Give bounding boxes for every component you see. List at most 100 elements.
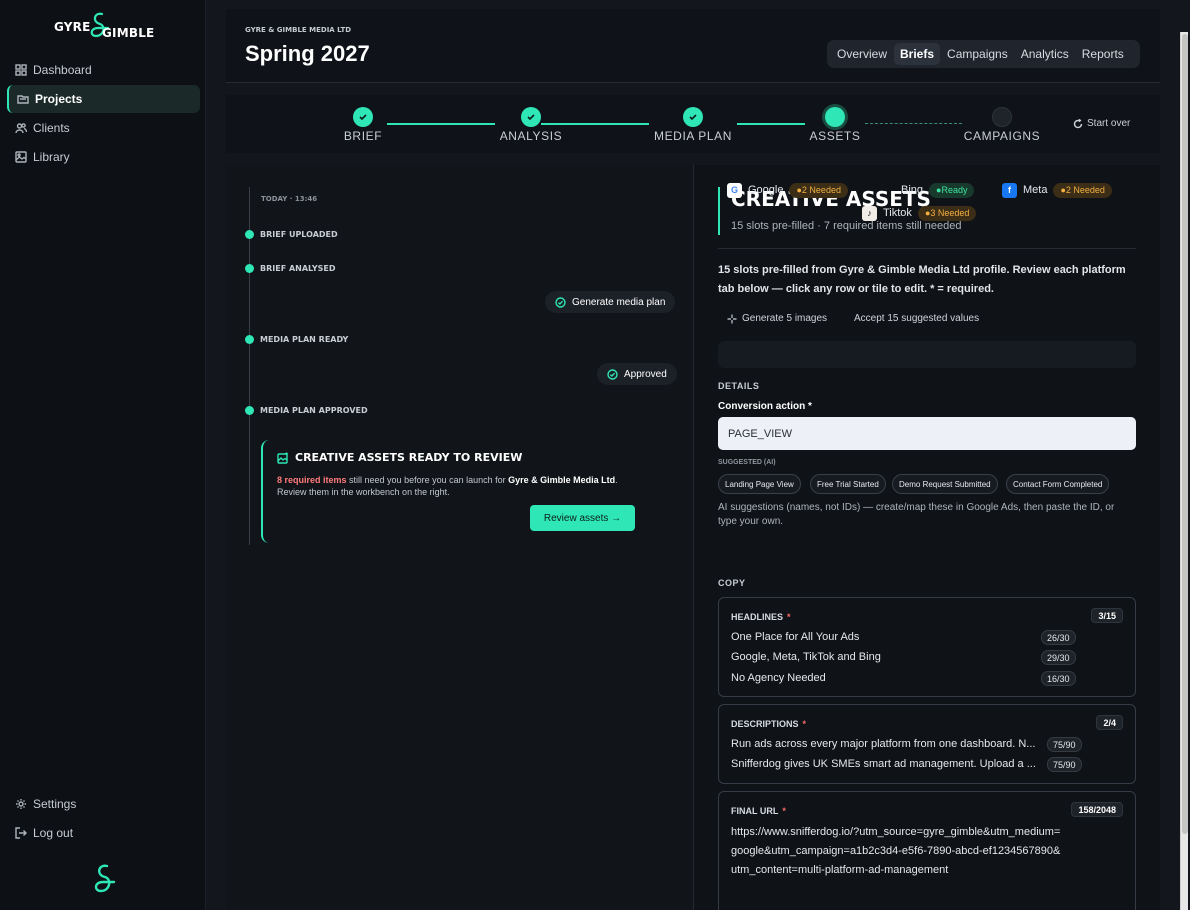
headline-row[interactable]: No Agency Needed xyxy=(731,672,826,684)
assets-workbench: CREATIVE ASSETS 15 slots pre-filled · 7 … xyxy=(693,165,1160,910)
meta-icon: f xyxy=(1002,182,1017,198)
brand-mark-icon xyxy=(94,864,116,893)
ai-suggestion-note: AI suggestions (names, not IDs) — create… xyxy=(718,502,1115,527)
current-step-dot xyxy=(825,107,845,127)
tab-briefs[interactable]: Briefs xyxy=(894,43,941,65)
step-label: MEDIA PLAN xyxy=(653,129,733,143)
logo-text-right: GIMBLE xyxy=(102,26,155,40)
char-count: 75/90 xyxy=(1047,737,1082,752)
platform-tab-bing[interactable]: Bing ● Ready xyxy=(901,179,975,201)
assets-ready-text: 8 required items still need you before y… xyxy=(277,475,618,497)
check-icon xyxy=(521,107,541,127)
assets-ready-title: CREATIVE ASSETS READY TO REVIEW xyxy=(277,451,522,464)
tab-overview[interactable]: Overview xyxy=(831,43,893,65)
sidebar-item-label: Log out xyxy=(33,826,74,840)
descriptions-card[interactable]: DESCRIPTIONS * 2/4 Run ads across every m… xyxy=(718,704,1136,784)
approved-chip: Approved xyxy=(597,363,677,385)
sidebar-item-label: Dashboard xyxy=(33,63,92,77)
timeline-event: MEDIA PLAN READY xyxy=(245,334,348,344)
sidebar-item-dashboard[interactable]: Dashboard xyxy=(7,56,200,84)
char-count: 16/30 xyxy=(1041,671,1076,686)
progress-stepper: BRIEF ANALYSIS MEDIA PLAN ASSETS CAMPAIG… xyxy=(226,95,1160,153)
scrollbar-thumb[interactable] xyxy=(1182,34,1188,834)
headline-row[interactable]: Google, Meta, TikTok and Bing xyxy=(731,651,881,663)
sidebar-item-label: Settings xyxy=(33,797,77,811)
review-assets-button[interactable]: Review assets → xyxy=(530,505,635,531)
step-label: BRIEF xyxy=(343,129,383,143)
start-over-button[interactable]: Start over xyxy=(1073,118,1130,129)
assets-intro: 15 slots pre-filled from Gyre & Gimble M… xyxy=(718,264,1126,295)
sidebar-item-logout[interactable]: Log out xyxy=(7,819,200,847)
status-badge: ● 2 Needed xyxy=(789,182,848,198)
sidebar-item-library[interactable]: Library xyxy=(7,143,200,171)
descriptions-label: DESCRIPTIONS * xyxy=(731,719,807,729)
page-title: Spring 2027 xyxy=(245,41,370,66)
conversion-action-input[interactable] xyxy=(718,417,1136,450)
description-row[interactable]: Run ads across every major platform from… xyxy=(731,738,1043,750)
sidebar-item-label: Clients xyxy=(33,121,70,135)
gear-icon xyxy=(16,799,26,809)
company-name: GYRE & GIMBLE MEDIA LTD xyxy=(245,26,352,34)
generate-images-button[interactable]: Generate 5 images xyxy=(727,313,827,324)
image-icon xyxy=(15,151,27,163)
sidebar-item-label: Library xyxy=(33,150,70,164)
step-label: ANALYSIS xyxy=(499,129,563,143)
timeline-rail xyxy=(249,187,250,545)
suggestion-chip[interactable]: Landing Page View xyxy=(718,474,801,494)
title-accent-bar xyxy=(718,187,720,235)
timeline-event: MEDIA PLAN APPROVED xyxy=(245,405,368,415)
check-circle-icon xyxy=(607,368,618,380)
start-over-label: Start over xyxy=(1087,118,1131,129)
char-count: 26/30 xyxy=(1041,630,1076,645)
logout-icon xyxy=(15,827,27,839)
suggestion-chip[interactable]: Free Trial Started xyxy=(810,474,886,494)
sidebar-item-projects[interactable]: Projects xyxy=(7,85,200,113)
step-media-plan[interactable]: MEDIA PLAN xyxy=(633,107,753,143)
pending-step-dot xyxy=(992,107,1012,127)
sidebar: GYRE GIMBLE Dashboard Projects Clients L… xyxy=(0,0,206,910)
step-brief[interactable]: BRIEF xyxy=(303,107,423,143)
headlines-count: 3/15 xyxy=(1091,608,1123,623)
page-scrollbar[interactable] xyxy=(1180,32,1188,910)
sidebar-item-settings[interactable]: Settings xyxy=(7,790,200,818)
assets-ready-card: CREATIVE ASSETS READY TO REVIEW 8 requir… xyxy=(261,440,661,543)
sidebar-item-clients[interactable]: Clients xyxy=(7,114,200,142)
timeline-event: BRIEF UPLOADED xyxy=(245,229,338,239)
divider xyxy=(718,248,1136,249)
description-row[interactable]: Snifferdog gives UK SMEs smart ad manage… xyxy=(731,758,1043,770)
check-circle-icon xyxy=(555,296,566,308)
grid-icon xyxy=(15,64,27,76)
step-analysis[interactable]: ANALYSIS xyxy=(471,107,591,143)
final-url-label: FINAL URL * xyxy=(731,806,786,816)
headlines-card[interactable]: HEADLINES * 3/15 One Place for All Your A… xyxy=(718,597,1136,697)
headlines-label: HEADLINES * xyxy=(731,612,791,622)
step-label: CAMPAIGNS xyxy=(963,129,1041,143)
tab-analytics[interactable]: Analytics xyxy=(1015,43,1075,65)
tab-reports[interactable]: Reports xyxy=(1076,43,1130,65)
accept-suggested-button[interactable]: Accept 15 suggested values xyxy=(854,313,979,324)
check-icon xyxy=(353,107,373,127)
users-icon xyxy=(15,123,27,134)
suggestion-chip[interactable]: Contact Form Completed xyxy=(1006,474,1110,494)
brand-logo[interactable]: GYRE GIMBLE xyxy=(54,12,154,42)
descriptions-count: 2/4 xyxy=(1096,715,1123,730)
platform-tab-tiktok[interactable]: ♪ Tiktok ● 3 Needed xyxy=(862,202,977,224)
status-badge: ● 3 Needed xyxy=(917,205,977,221)
final-url-card[interactable]: FINAL URL * 158/2048 https://www.snifferd… xyxy=(718,791,1136,910)
suggestion-chip[interactable]: Demo Request Submitted xyxy=(892,474,998,494)
timeline-event: BRIEF ANALYSED xyxy=(245,263,336,273)
suggested-label: SUGGESTED (AI) xyxy=(718,459,776,466)
step-campaigns[interactable]: CAMPAIGNS xyxy=(942,107,1062,143)
details-section-label: DETAILS xyxy=(718,381,760,391)
google-icon: G xyxy=(727,182,742,198)
step-assets[interactable]: ASSETS xyxy=(775,107,895,143)
status-badge: ● 2 Needed xyxy=(1053,182,1112,198)
headline-row[interactable]: One Place for All Your Ads xyxy=(731,631,859,643)
platform-tab-google[interactable]: G Google ● 2 Needed xyxy=(727,179,848,201)
folder-icon xyxy=(17,95,29,104)
check-icon xyxy=(683,107,703,127)
final-url-value[interactable]: https://www.snifferdog.io/?utm_source=gy… xyxy=(731,823,1066,880)
tab-campaigns[interactable]: Campaigns xyxy=(941,43,1014,65)
platform-tab-meta[interactable]: f Meta ● 2 Needed xyxy=(1002,179,1112,201)
header-tabs: Overview Briefs Campaigns Analytics Repo… xyxy=(827,40,1140,68)
